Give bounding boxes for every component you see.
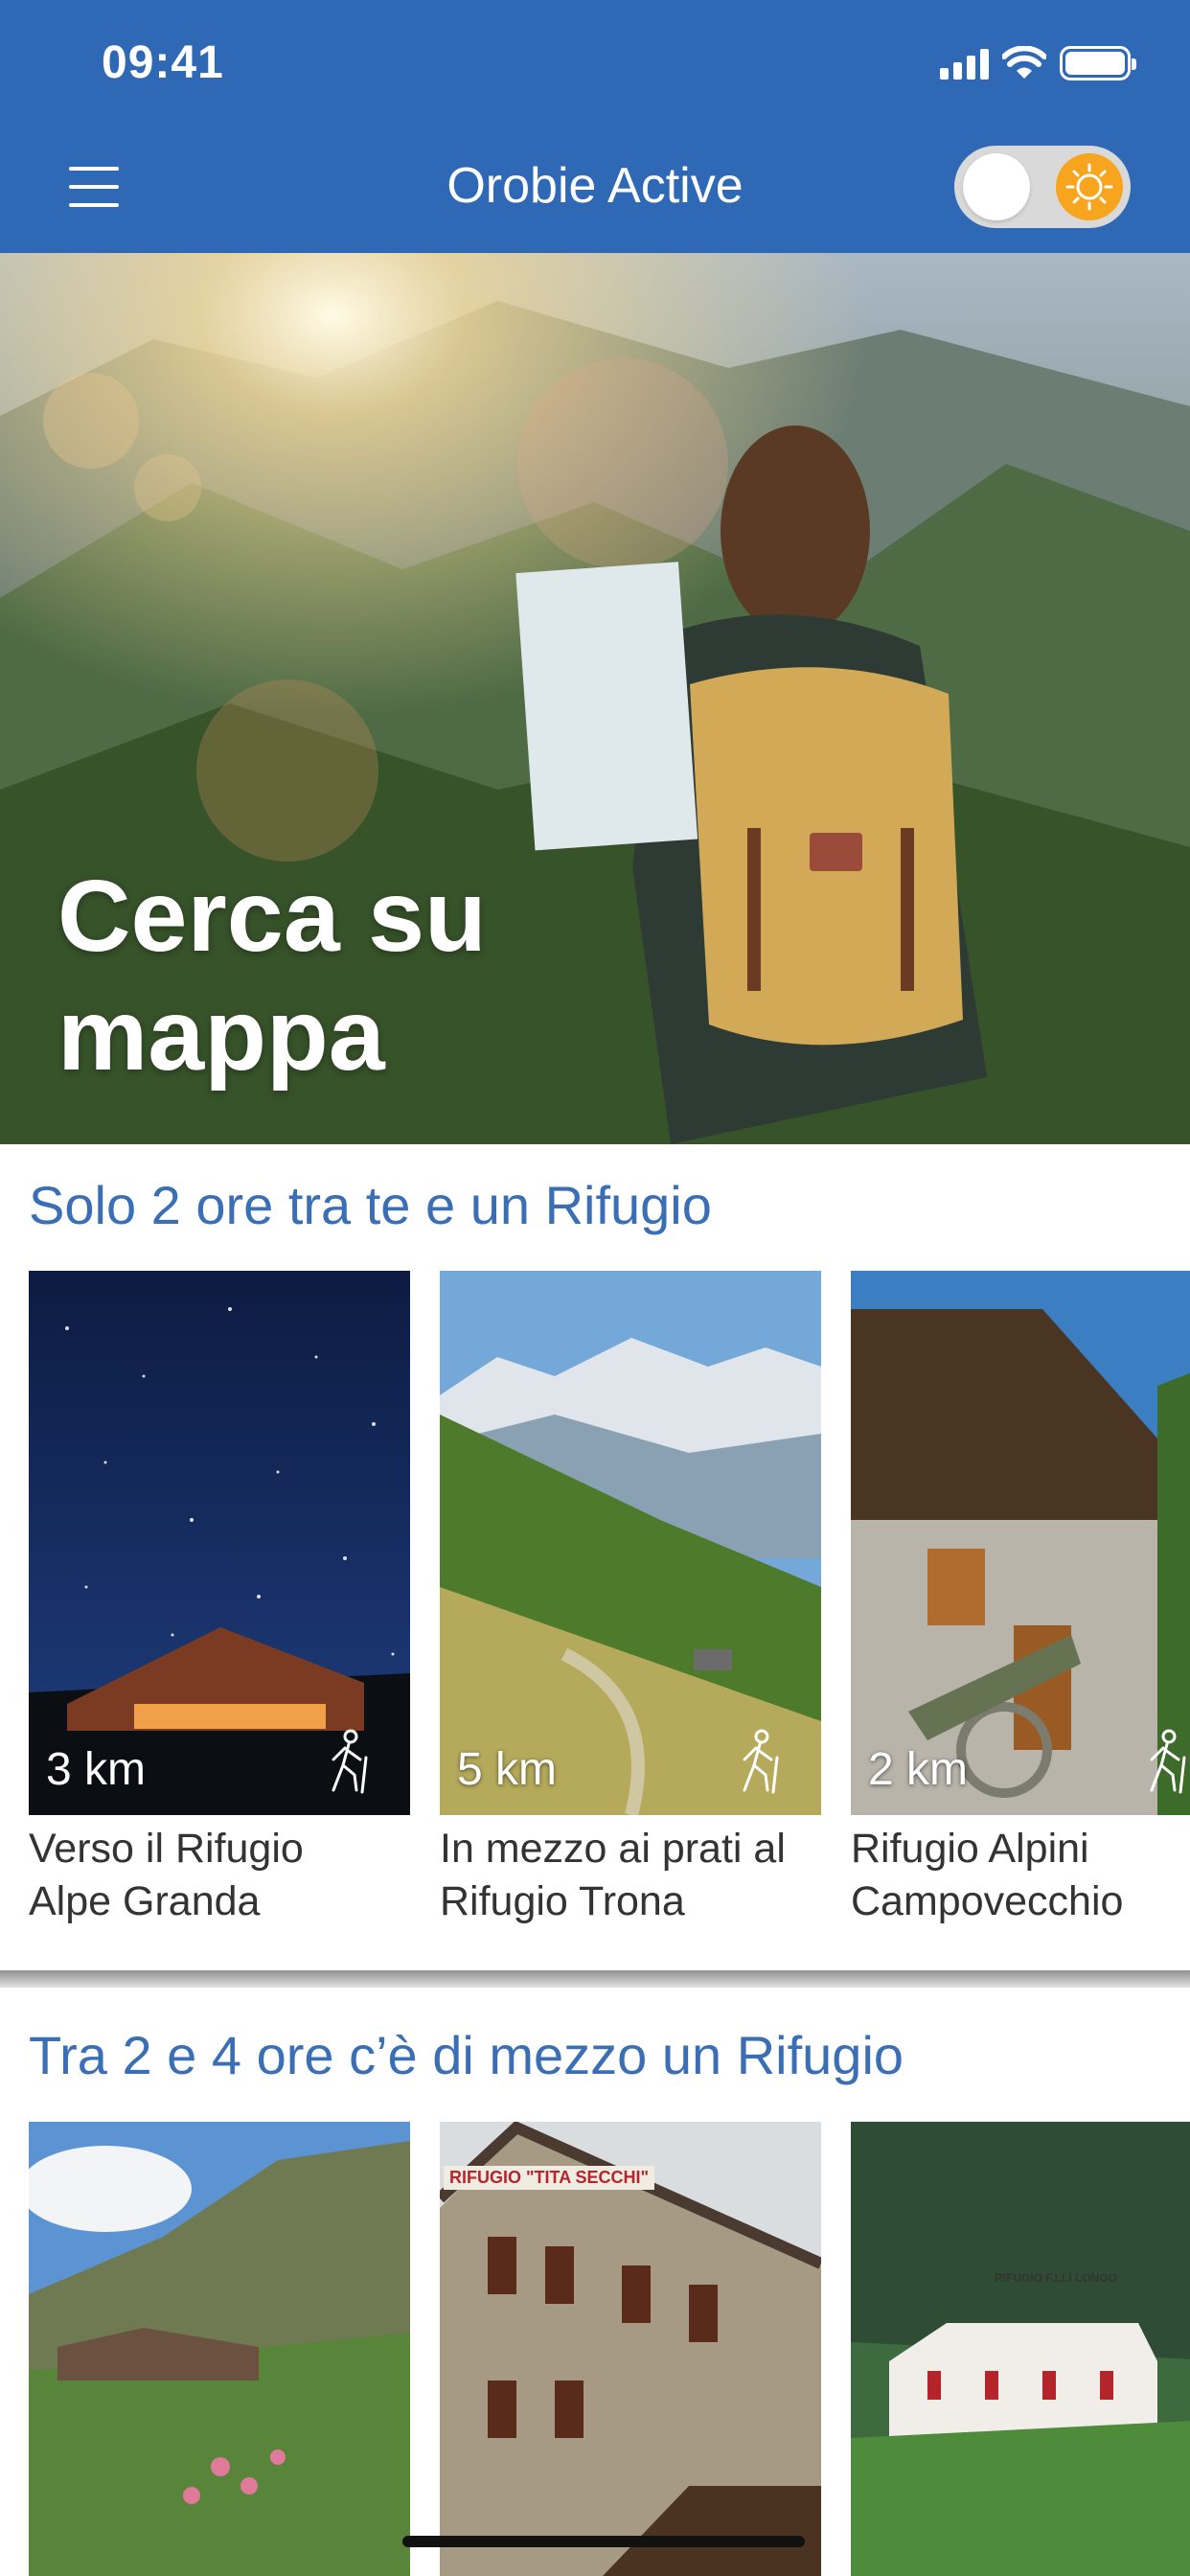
- card-image: 3 km: [29, 1271, 410, 1815]
- card-image: RIFUGIO "TITA SECCHI": [440, 2122, 821, 2576]
- theme-toggle[interactable]: [954, 146, 1131, 228]
- refuge-sign: RIFUGIO F.LLI LONGO: [995, 2271, 1117, 2285]
- sun-icon: [1056, 153, 1123, 220]
- home-indicator: [402, 2536, 805, 2547]
- status-time: 09:41: [102, 37, 224, 88]
- hike-card[interactable]: RIFUGIO "TITA SECCHI": [440, 2122, 821, 2576]
- section-title-2h: Solo 2 ore tra te e un Rifugio: [29, 1175, 712, 1235]
- toggle-knob: [963, 153, 1030, 220]
- hiker-icon: [1150, 1729, 1186, 1794]
- card-distance: 3 km: [46, 1744, 147, 1795]
- section-title-2-4h: Tra 2 e 4 ore c’è di mezzo un Rifugio: [29, 2025, 904, 2085]
- hiker-icon: [332, 1729, 368, 1794]
- section-divider: [0, 1970, 1190, 1988]
- cellular-signal-icon: [940, 47, 989, 80]
- card-title: Rifugio Alpini Campovecchio: [851, 1826, 1124, 1924]
- card-image: 2 km: [851, 1271, 1190, 1815]
- hike-card[interactable]: RIFUGIO F.LLI LONGO: [851, 2122, 1190, 2576]
- map-search-hero[interactable]: Cerca su mappa: [0, 253, 1190, 1144]
- status-icons: [940, 46, 1136, 80]
- hike-card[interactable]: 5 km In mezzo ai prati al Rifugio Trona: [440, 1271, 821, 1928]
- wifi-icon: [1002, 46, 1046, 79]
- card-title: Verso il Rifugio Alpe Granda: [29, 1826, 304, 1924]
- card-image: RIFUGIO F.LLI LONGO: [851, 2122, 1190, 2576]
- hike-card[interactable]: 3 km Verso il Rifugio Alpe Granda: [29, 1271, 410, 1928]
- top-bar: 09:41 Orobie Active: [0, 0, 1190, 253]
- hike-card[interactable]: 2 km Rifugio Alpini Campovecchio: [851, 1271, 1190, 1928]
- card-distance: 2 km: [868, 1744, 969, 1795]
- card-title: In mezzo ai prati al Rifugio Trona: [440, 1826, 786, 1924]
- card-image: [29, 2122, 410, 2576]
- hiker-icon: [743, 1729, 779, 1794]
- refuge-sign: RIFUGIO "TITA SECCHI": [444, 2166, 655, 2190]
- battery-icon: [1060, 46, 1136, 80]
- card-distance: 5 km: [457, 1744, 558, 1795]
- hike-card[interactable]: [29, 2122, 410, 2576]
- card-image: 5 km: [440, 1271, 821, 1815]
- hero-title: Cerca su mappa: [57, 860, 487, 1092]
